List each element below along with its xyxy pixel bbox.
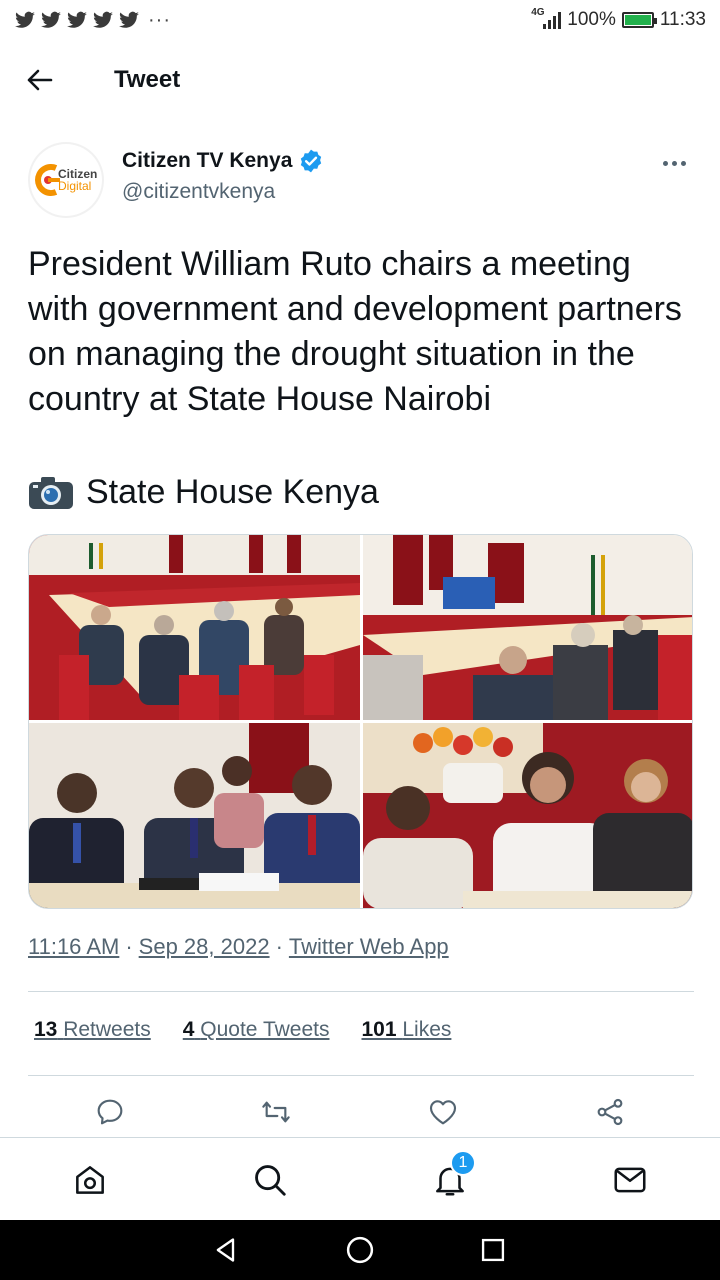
- tweet-text: President William Ruto chairs a meeting …: [28, 245, 682, 418]
- avatar-logo-line2: Digital: [58, 179, 92, 193]
- twitter-icon: [67, 11, 87, 28]
- quote-tweets-count: 4: [182, 1018, 195, 1041]
- circle-home-icon: [346, 1236, 374, 1264]
- tweet-photo-4[interactable]: [363, 723, 692, 908]
- meta-separator: ·: [125, 934, 133, 959]
- retweets-count: 13: [34, 1018, 58, 1041]
- tweet-meta: 11:16 AM · Sep 28, 2022 · Twitter Web Ap…: [28, 934, 449, 960]
- likes-label: Likes: [402, 1018, 452, 1041]
- author-name[interactable]: Citizen TV Kenya: [122, 149, 292, 173]
- nav-home[interactable]: [68, 1158, 112, 1202]
- messages-icon: [614, 1167, 646, 1193]
- search-icon: [255, 1165, 286, 1196]
- notification-badge: 1: [450, 1150, 476, 1176]
- nav-notifications[interactable]: 1: [428, 1150, 476, 1202]
- camera-icon: [29, 476, 73, 509]
- photo-credit-text: State House Kenya: [86, 473, 379, 511]
- like-button[interactable]: [423, 1094, 463, 1130]
- system-home-button[interactable]: [345, 1235, 375, 1265]
- page-title: Tweet: [114, 66, 181, 93]
- system-navigation-bar: [0, 1220, 720, 1280]
- retweets-label: Retweets: [63, 1018, 151, 1041]
- top-app-bar: Tweet: [0, 48, 720, 112]
- tweet-date[interactable]: Sep 28, 2022: [139, 934, 270, 960]
- more-notifications-indicator: ···: [148, 8, 171, 31]
- reply-button[interactable]: [90, 1094, 130, 1130]
- back-button[interactable]: [0, 48, 80, 112]
- nav-messages[interactable]: [608, 1158, 652, 1202]
- twitter-icon: [93, 11, 113, 28]
- square-recents-icon: [481, 1238, 505, 1262]
- status-bar: ··· 4G 100% 11:33: [0, 0, 720, 40]
- retweets-stat[interactable]: 13 Retweets: [34, 1018, 151, 1042]
- tweet-photo-1[interactable]: [29, 535, 360, 720]
- retweet-icon: [262, 1101, 290, 1123]
- twitter-icon: [41, 11, 61, 28]
- tweet-time[interactable]: 11:16 AM: [28, 934, 119, 960]
- like-icon: [429, 1100, 457, 1125]
- arrow-left-icon: [27, 69, 53, 91]
- battery-icon: [621, 12, 657, 28]
- system-recents-button[interactable]: [478, 1235, 508, 1265]
- divider: [28, 991, 694, 992]
- reply-icon: [97, 1099, 123, 1125]
- quote-tweets-stat[interactable]: 4 Quote Tweets: [183, 1018, 330, 1042]
- tweet-actions: [0, 1088, 720, 1136]
- clock: 11:33: [659, 9, 706, 30]
- more-options-button[interactable]: [654, 148, 694, 178]
- network-type: 4G: [531, 7, 545, 18]
- twitter-icon: [119, 11, 139, 28]
- twitter-icon: [15, 11, 35, 28]
- tweet-author: Citizen Digital Citizen TV Kenya @citize…: [28, 142, 694, 222]
- battery-percent: 100%: [567, 9, 616, 30]
- tweet-stats: 13 Retweets 4 Quote Tweets 101 Likes: [34, 1018, 451, 1042]
- signal-icon: 4G: [531, 7, 562, 29]
- divider: [28, 1075, 694, 1076]
- tweet-media-grid: [28, 534, 693, 909]
- quote-tweets-label: Quote Tweets: [200, 1018, 330, 1041]
- tweet-source[interactable]: Twitter Web App: [289, 934, 449, 960]
- tweet-photo-credit: State House Kenya: [28, 470, 379, 515]
- retweet-button[interactable]: [256, 1094, 296, 1130]
- tweet-photo-3[interactable]: [29, 723, 360, 908]
- tweet-photo-2[interactable]: [363, 535, 692, 720]
- system-back-button[interactable]: [211, 1235, 241, 1265]
- likes-count: 101: [361, 1018, 397, 1041]
- meta-separator: ·: [275, 934, 283, 959]
- battery-level: [624, 15, 651, 25]
- triangle-back-icon: [216, 1238, 235, 1262]
- home-icon: [76, 1166, 104, 1194]
- likes-stat[interactable]: 101 Likes: [361, 1018, 451, 1042]
- notification-icons: ···: [14, 9, 171, 32]
- author-handle[interactable]: @citizentvkenya: [122, 180, 324, 204]
- verified-badge-icon: [301, 149, 322, 173]
- bottom-navigation: 1: [0, 1137, 720, 1220]
- share-icon: [597, 1098, 623, 1126]
- avatar[interactable]: Citizen Digital: [28, 142, 104, 218]
- nav-search[interactable]: [248, 1158, 292, 1202]
- share-button[interactable]: [590, 1094, 630, 1130]
